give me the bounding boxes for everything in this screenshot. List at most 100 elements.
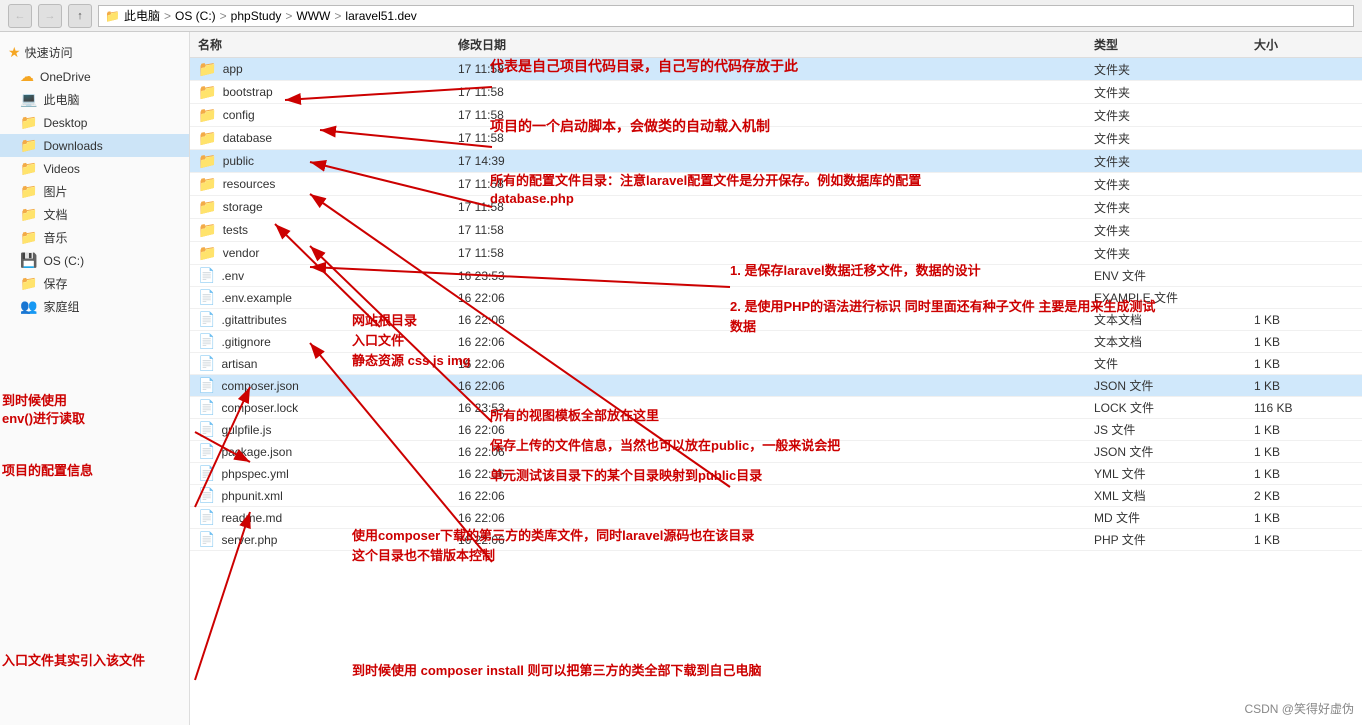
file-modified: 17 11:58 <box>458 177 1094 191</box>
address-bar[interactable]: 📁 此电脑 > OS (C:) > phpStudy > WWW > larav… <box>98 5 1354 27</box>
quick-access-label: 快速访问 <box>25 44 73 61</box>
table-row[interactable]: 📄 gulpfile.js 16 22:06 JS 文件 1 KB <box>190 419 1362 441</box>
file-name: .env <box>221 269 244 283</box>
sidebar-label-videos: Videos <box>43 162 79 176</box>
table-row[interactable]: 📄 .gitattributes 16 22:06 文本文档 1 KB <box>190 309 1362 331</box>
address-part-2: OS (C:) <box>175 9 216 23</box>
pc-icon: 💻 <box>20 91 37 108</box>
table-row[interactable]: 📁 storage 17 11:58 文件夹 <box>190 196 1362 219</box>
file-name-cell: 📁 bootstrap <box>198 83 458 101</box>
sidebar-item-homegroup[interactable]: 👥 家庭组 <box>0 295 189 318</box>
folder-icon: 📁 <box>198 175 217 193</box>
sidebar-item-thispc[interactable]: 💻 此电脑 <box>0 88 189 111</box>
file-type: LOCK 文件 <box>1094 399 1254 416</box>
file-name-cell: 📄 .env <box>198 267 458 284</box>
file-name-cell: 📄 package.json <box>198 443 458 460</box>
file-name: server.php <box>221 533 277 547</box>
folder-icon-pictures: 📁 <box>20 183 37 200</box>
file-size: 1 KB <box>1254 335 1354 349</box>
file-size: 1 KB <box>1254 313 1354 327</box>
table-row[interactable]: 📁 vendor 17 11:58 文件夹 <box>190 242 1362 265</box>
address-part: 📁 <box>105 9 120 23</box>
back-button[interactable]: ← <box>8 4 32 28</box>
sidebar-item-desktop[interactable]: 📁 Desktop <box>0 111 189 134</box>
file-type: 文件夹 <box>1094 222 1254 239</box>
table-row[interactable]: 📁 app 17 11:58 文件夹 <box>190 58 1362 81</box>
file-modified: 16 23:53 <box>458 401 1094 415</box>
folder-icon: 📁 <box>198 83 217 101</box>
file-type: JS 文件 <box>1094 421 1254 438</box>
sidebar-item-pictures[interactable]: 📁 图片 <box>0 180 189 203</box>
table-row[interactable]: 📁 bootstrap 17 11:58 文件夹 <box>190 81 1362 104</box>
folder-icon-downloads: 📁 <box>20 137 37 154</box>
sidebar-label-pictures: 图片 <box>43 183 67 200</box>
file-type: 文件夹 <box>1094 199 1254 216</box>
table-row[interactable]: 📁 config 17 11:58 文件夹 <box>190 104 1362 127</box>
file-icon: 📄 <box>198 465 215 482</box>
folder-icon: 📁 <box>198 152 217 170</box>
table-row[interactable]: 📄 .env.example 16 22:06 EXAMPLE 文件 <box>190 287 1362 309</box>
forward-button[interactable]: → <box>38 4 62 28</box>
folder-icon: 📁 <box>198 106 217 124</box>
table-row[interactable]: 📄 composer.json 16 22:06 JSON 文件 1 KB <box>190 375 1362 397</box>
file-name: .gitignore <box>221 335 270 349</box>
col-type: 类型 <box>1094 36 1254 53</box>
table-row[interactable]: 📁 tests 17 11:58 文件夹 <box>190 219 1362 242</box>
table-row[interactable]: 📄 readme.md 16 22:06 MD 文件 1 KB <box>190 507 1362 529</box>
sidebar-item-videos[interactable]: 📁 Videos <box>0 157 189 180</box>
col-size: 大小 <box>1254 36 1354 53</box>
table-row[interactable]: 📁 resources 17 11:58 文件夹 <box>190 173 1362 196</box>
table-row[interactable]: 📄 phpunit.xml 16 22:06 XML 文档 2 KB <box>190 485 1362 507</box>
file-name-cell: 📄 server.php <box>198 531 458 548</box>
sidebar-item-osdrive[interactable]: 💾 OS (C:) <box>0 249 189 272</box>
folder-icon: 📁 <box>198 198 217 216</box>
file-name-cell: 📁 app <box>198 60 458 78</box>
file-modified: 17 11:58 <box>458 200 1094 214</box>
file-size: 1 KB <box>1254 445 1354 459</box>
col-name: 名称 <box>198 36 458 53</box>
file-name-cell: 📁 resources <box>198 175 458 193</box>
file-size: 1 KB <box>1254 379 1354 393</box>
table-row[interactable]: 📄 phpspec.yml 16 22:06 YML 文件 1 KB <box>190 463 1362 485</box>
table-row[interactable]: 📄 server.php 16 22:06 PHP 文件 1 KB <box>190 529 1362 551</box>
sidebar-item-onedrive[interactable]: ☁ OneDrive <box>0 65 189 88</box>
sidebar-item-documents[interactable]: 📁 文档 <box>0 203 189 226</box>
sidebar-label-desktop: Desktop <box>43 116 87 130</box>
folder-icon-save: 📁 <box>20 275 37 292</box>
sidebar-item-downloads[interactable]: 📁 Downloads <box>0 134 189 157</box>
file-modified: 17 14:39 <box>458 154 1094 168</box>
table-row[interactable]: 📄 composer.lock 16 23:53 LOCK 文件 116 KB <box>190 397 1362 419</box>
file-list-header: 名称 修改日期 类型 大小 <box>190 32 1362 58</box>
quick-access-header[interactable]: ★ 快速访问 <box>0 40 189 65</box>
sidebar-label-onedrive: OneDrive <box>40 70 91 84</box>
file-type: 文本文档 <box>1094 333 1254 350</box>
file-name: public <box>223 154 254 168</box>
folder-icon: 📁 <box>198 129 217 147</box>
file-size: 2 KB <box>1254 489 1354 503</box>
table-row[interactable]: 📄 .gitignore 16 22:06 文本文档 1 KB <box>190 331 1362 353</box>
file-name: storage <box>223 200 263 214</box>
table-row[interactable]: 📁 database 17 11:58 文件夹 <box>190 127 1362 150</box>
sidebar-label-music: 音乐 <box>43 229 67 246</box>
sidebar-item-save[interactable]: 📁 保存 <box>0 272 189 295</box>
file-icon: 📄 <box>198 355 215 372</box>
file-modified: 16 22:06 <box>458 445 1094 459</box>
folder-icon-documents: 📁 <box>20 206 37 223</box>
file-size: 1 KB <box>1254 423 1354 437</box>
sidebar-label-osdrive: OS (C:) <box>43 254 84 268</box>
file-icon: 📄 <box>198 311 215 328</box>
up-button[interactable]: ↑ <box>68 4 92 28</box>
table-row[interactable]: 📁 public 17 14:39 文件夹 <box>190 150 1362 173</box>
table-row[interactable]: 📄 artisan 16 22:06 文件 1 KB <box>190 353 1362 375</box>
sidebar-item-music[interactable]: 📁 音乐 <box>0 226 189 249</box>
file-type: 文件夹 <box>1094 176 1254 193</box>
file-name: package.json <box>221 445 292 459</box>
table-row[interactable]: 📄 package.json 16 22:06 JSON 文件 1 KB <box>190 441 1362 463</box>
sidebar-label-homegroup: 家庭组 <box>43 298 79 315</box>
file-modified: 16 22:06 <box>458 335 1094 349</box>
file-name: phpunit.xml <box>221 489 282 503</box>
file-modified: 16 22:06 <box>458 533 1094 547</box>
file-type: 文件夹 <box>1094 245 1254 262</box>
folder-icon-videos: 📁 <box>20 160 37 177</box>
table-row[interactable]: 📄 .env 16 23:53 ENV 文件 <box>190 265 1362 287</box>
